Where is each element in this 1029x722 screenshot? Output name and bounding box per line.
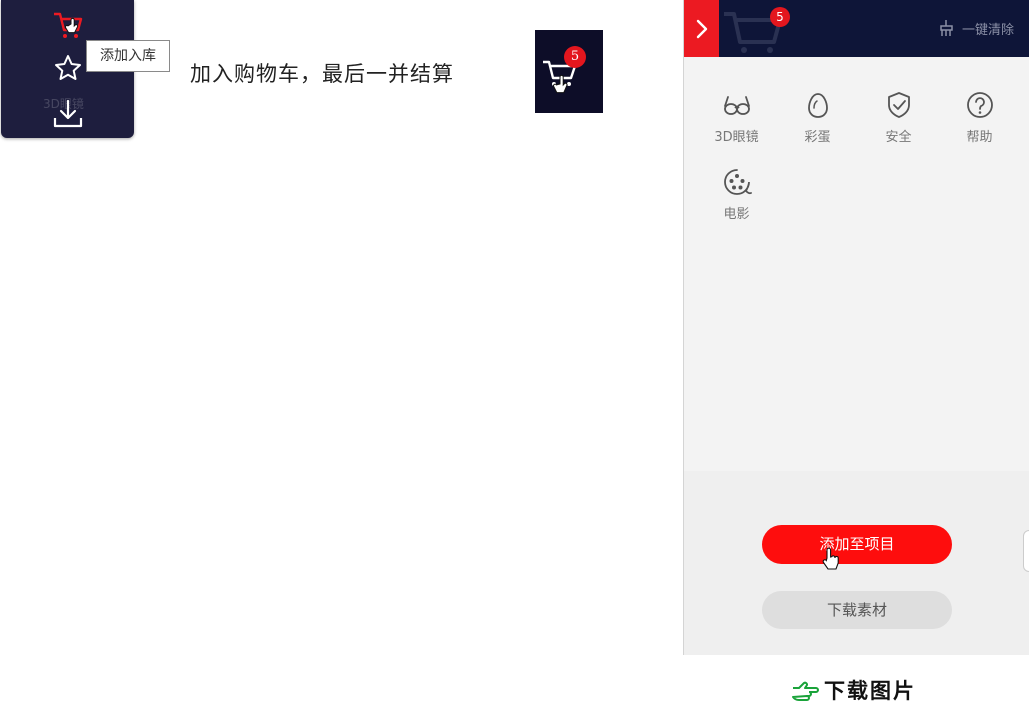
tool-easter-egg[interactable]: 彩蛋 xyxy=(777,90,858,145)
instruction-caption: 加入购物车，最后一并结算 xyxy=(190,62,454,86)
shield-icon xyxy=(887,92,910,118)
pointing-hand-icon xyxy=(792,681,819,701)
tool-label: 彩蛋 xyxy=(804,130,831,145)
add-to-project-button[interactable]: 添加至项目 xyxy=(762,525,952,564)
tool-label: 3D眼镜 xyxy=(714,130,759,145)
download-image-label: 下载图片 xyxy=(824,679,916,703)
download-icon[interactable] xyxy=(51,98,85,130)
tool-label: 帮助 xyxy=(966,130,993,145)
clear-all-button[interactable]: 一键清除 xyxy=(938,18,1014,38)
egg-icon xyxy=(807,93,828,118)
tool-grid: 3D眼镜 彩蛋 安全 帮助 电影 xyxy=(696,90,1026,222)
glasses-icon xyxy=(723,96,750,115)
cart-icon[interactable] xyxy=(51,10,85,42)
collapse-button[interactable] xyxy=(684,0,719,57)
download-image-link[interactable]: 下载图片 xyxy=(790,676,916,704)
cart-count-badge: 5 xyxy=(770,7,790,27)
tool-movie[interactable]: 电影 xyxy=(696,167,777,222)
download-assets-button[interactable]: 下载素材 xyxy=(762,591,952,629)
tool-help[interactable]: 帮助 xyxy=(939,90,1020,145)
star-icon[interactable] xyxy=(53,53,83,83)
hand-cursor-icon xyxy=(822,547,839,570)
tool-label: 安全 xyxy=(885,130,912,145)
film-reel-icon xyxy=(723,169,752,195)
tool-label: 电影 xyxy=(723,207,750,222)
drawer-actions: 添加至项目 下载素材 xyxy=(684,471,1029,655)
cart-drawer: 5 一键清除 3D眼镜 彩蛋 安全 帮助 电影 添加至项目 下载素材 xyxy=(683,0,1029,655)
add-to-library-tooltip: 添加入库 xyxy=(86,40,170,72)
help-icon xyxy=(966,92,993,118)
tool-security[interactable]: 安全 xyxy=(858,90,939,145)
clear-all-label: 一键清除 xyxy=(961,22,1014,38)
broom-icon xyxy=(940,20,953,36)
cart-count-badge: 5 xyxy=(564,46,586,68)
side-handle[interactable] xyxy=(1023,530,1029,572)
chevron-right-icon xyxy=(696,19,707,38)
drawer-header: 5 一键清除 xyxy=(684,0,1029,57)
tool-3d-glasses[interactable]: 3D眼镜 xyxy=(696,90,777,145)
cart-thumbnail[interactable]: 5 xyxy=(535,30,603,113)
